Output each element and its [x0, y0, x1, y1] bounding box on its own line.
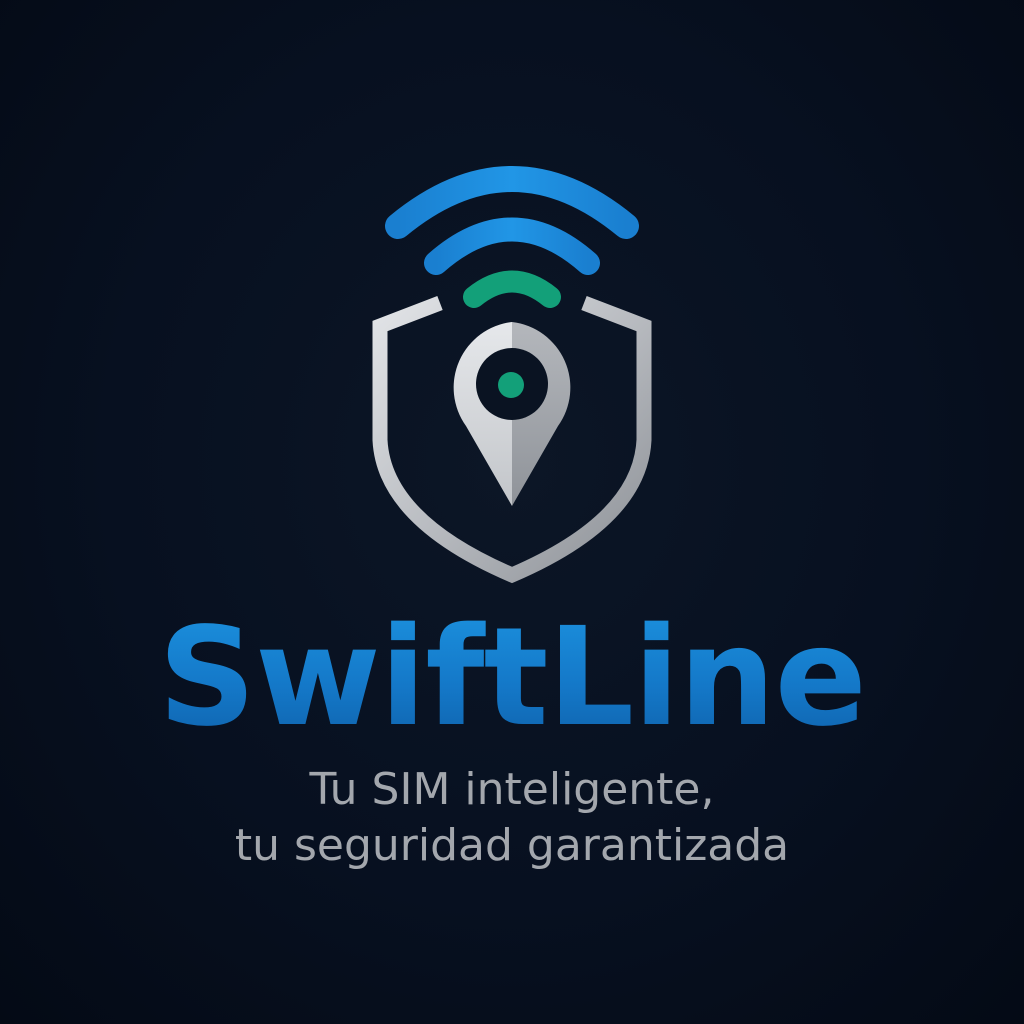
signal-arc-middle [424, 217, 600, 275]
tagline-line-1: Tu SIM inteligente, [309, 764, 715, 815]
location-pin-icon [453, 322, 571, 506]
brand-name: SwiftLine [0, 598, 1024, 758]
tagline-line-2: tu seguridad garantizada [234, 820, 790, 871]
pin-dot [498, 372, 524, 398]
logo-mark [372, 166, 652, 584]
signal-arc-inner [463, 270, 561, 308]
wifi-signal-icon [385, 166, 639, 308]
